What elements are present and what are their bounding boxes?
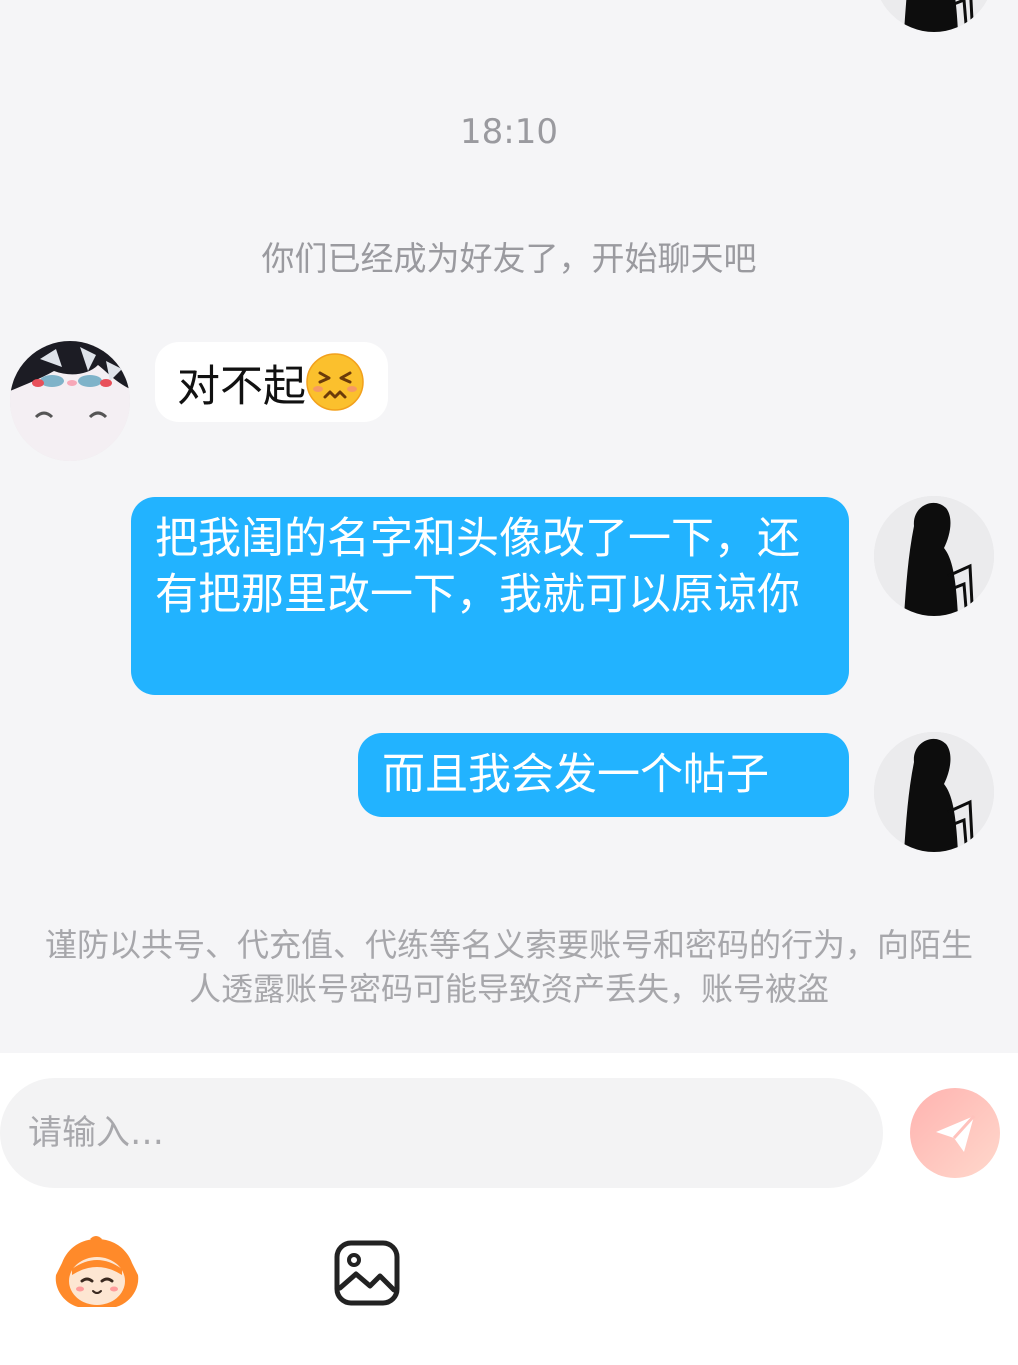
- friend-added-notice: 你们已经成为好友了，开始聊天吧: [261, 239, 757, 278]
- message-text: 而且我会发一个帖子: [382, 750, 769, 800]
- security-warning: 谨防以共号、代充值、代练等名义索要账号和密码的行为，向陌生人透露账号密码可能导致…: [44, 926, 973, 1008]
- message-text: 把我闺的名字和头像改了一下，还有把那里改一下，我就可以原谅你: [155, 514, 800, 620]
- mascot-emoji-icon: [55, 1236, 139, 1307]
- message-text: 对不起: [177, 362, 306, 412]
- anime-avatar-icon: [10, 341, 130, 461]
- message-input[interactable]: [0, 1078, 883, 1188]
- sent-message-bubble[interactable]: 而且我会发一个帖子: [358, 733, 849, 817]
- my-avatar[interactable]: [874, 732, 994, 852]
- chat-message-list[interactable]: 18:10 你们已经成为好友了，开始聊天吧 对不起 把我闺的名字和头像改了一下，…: [0, 0, 1018, 1053]
- message-timestamp: 18:10: [460, 112, 558, 152]
- my-avatar[interactable]: [874, 496, 994, 616]
- paper-plane-icon: [936, 1114, 976, 1152]
- received-message-bubble[interactable]: 对不起: [155, 342, 388, 422]
- sent-message-bubble[interactable]: 把我闺的名字和头像改了一下，还有把那里改一下，我就可以原谅你: [131, 497, 849, 695]
- persevering-face-icon: [306, 353, 364, 411]
- image-picker-button[interactable]: [322, 1228, 412, 1318]
- my-avatar-top[interactable]: [874, 0, 994, 32]
- contact-avatar[interactable]: [10, 341, 130, 461]
- sticker-button[interactable]: [52, 1228, 142, 1318]
- image-picker-icon: [334, 1240, 400, 1306]
- message-composer: [0, 1053, 1018, 1365]
- send-button[interactable]: [910, 1088, 1000, 1178]
- silhouette-avatar-icon: [874, 732, 994, 852]
- silhouette-avatar-icon: [874, 496, 994, 616]
- silhouette-avatar-icon: [874, 0, 994, 32]
